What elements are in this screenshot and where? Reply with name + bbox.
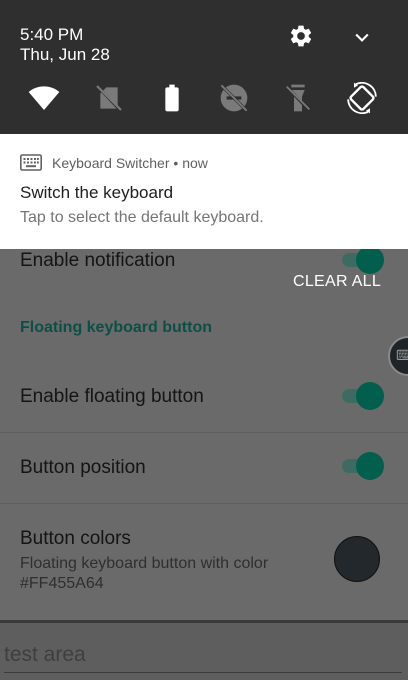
- notification-title: Switch the keyboard: [20, 183, 174, 202]
- section-title: Floating keyboard button: [20, 319, 212, 336]
- toggle-thumb: [356, 246, 384, 274]
- setting-label: Enable notification: [20, 250, 176, 271]
- notification-app-name: Keyboard Switcher: [52, 155, 170, 171]
- no-sim-icon[interactable]: [93, 82, 125, 114]
- test-area-input[interactable]: [4, 637, 402, 673]
- keyboard-icon: [20, 154, 42, 171]
- date: Thu, Jun 28: [20, 45, 110, 64]
- enable-floating-button-toggle[interactable]: [340, 382, 384, 410]
- test-area: [0, 620, 408, 680]
- gear-icon[interactable]: [288, 23, 314, 49]
- clock: 5:40 PM: [20, 25, 84, 44]
- setting-summary: Floating keyboard button with color: [20, 555, 269, 572]
- wifi-icon[interactable]: [28, 82, 60, 114]
- do-not-disturb-off-icon[interactable]: [218, 82, 250, 114]
- notification-text: Tap to select the default keyboard.: [20, 209, 264, 226]
- toggle-thumb: [356, 382, 384, 410]
- toggle-thumb: [356, 452, 384, 480]
- setting-label: Button colors: [20, 528, 131, 549]
- notification-header: Keyboard Switcher • now: [52, 155, 208, 171]
- setting-summary-color-value: #FF455A64: [20, 575, 104, 592]
- keyboard-switcher-notification[interactable]: Keyboard Switcher • now Switch the keybo…: [0, 134, 408, 249]
- flashlight-off-icon[interactable]: [282, 82, 314, 114]
- chevron-down-icon[interactable]: [352, 27, 372, 47]
- notification-time: now: [182, 155, 208, 171]
- color-swatch[interactable]: [334, 536, 380, 582]
- notification-shade: 5:40 PM Thu, Jun 28: [0, 0, 408, 134]
- auto-rotate-icon[interactable]: [346, 82, 378, 114]
- button-position-toggle[interactable]: [340, 452, 384, 480]
- enable-notification-toggle[interactable]: [340, 246, 384, 274]
- keyboard-icon: ⌨: [396, 347, 408, 363]
- battery-icon: [165, 84, 179, 112]
- setting-button-position[interactable]: Button position: [0, 433, 408, 503]
- setting-label: Enable floating button: [20, 386, 204, 407]
- setting-enable-floating-button[interactable]: Enable floating button: [0, 362, 408, 432]
- clear-all-button[interactable]: CLEAR ALL: [293, 273, 381, 291]
- notification-separator: •: [173, 155, 179, 171]
- setting-label: Button position: [20, 457, 146, 478]
